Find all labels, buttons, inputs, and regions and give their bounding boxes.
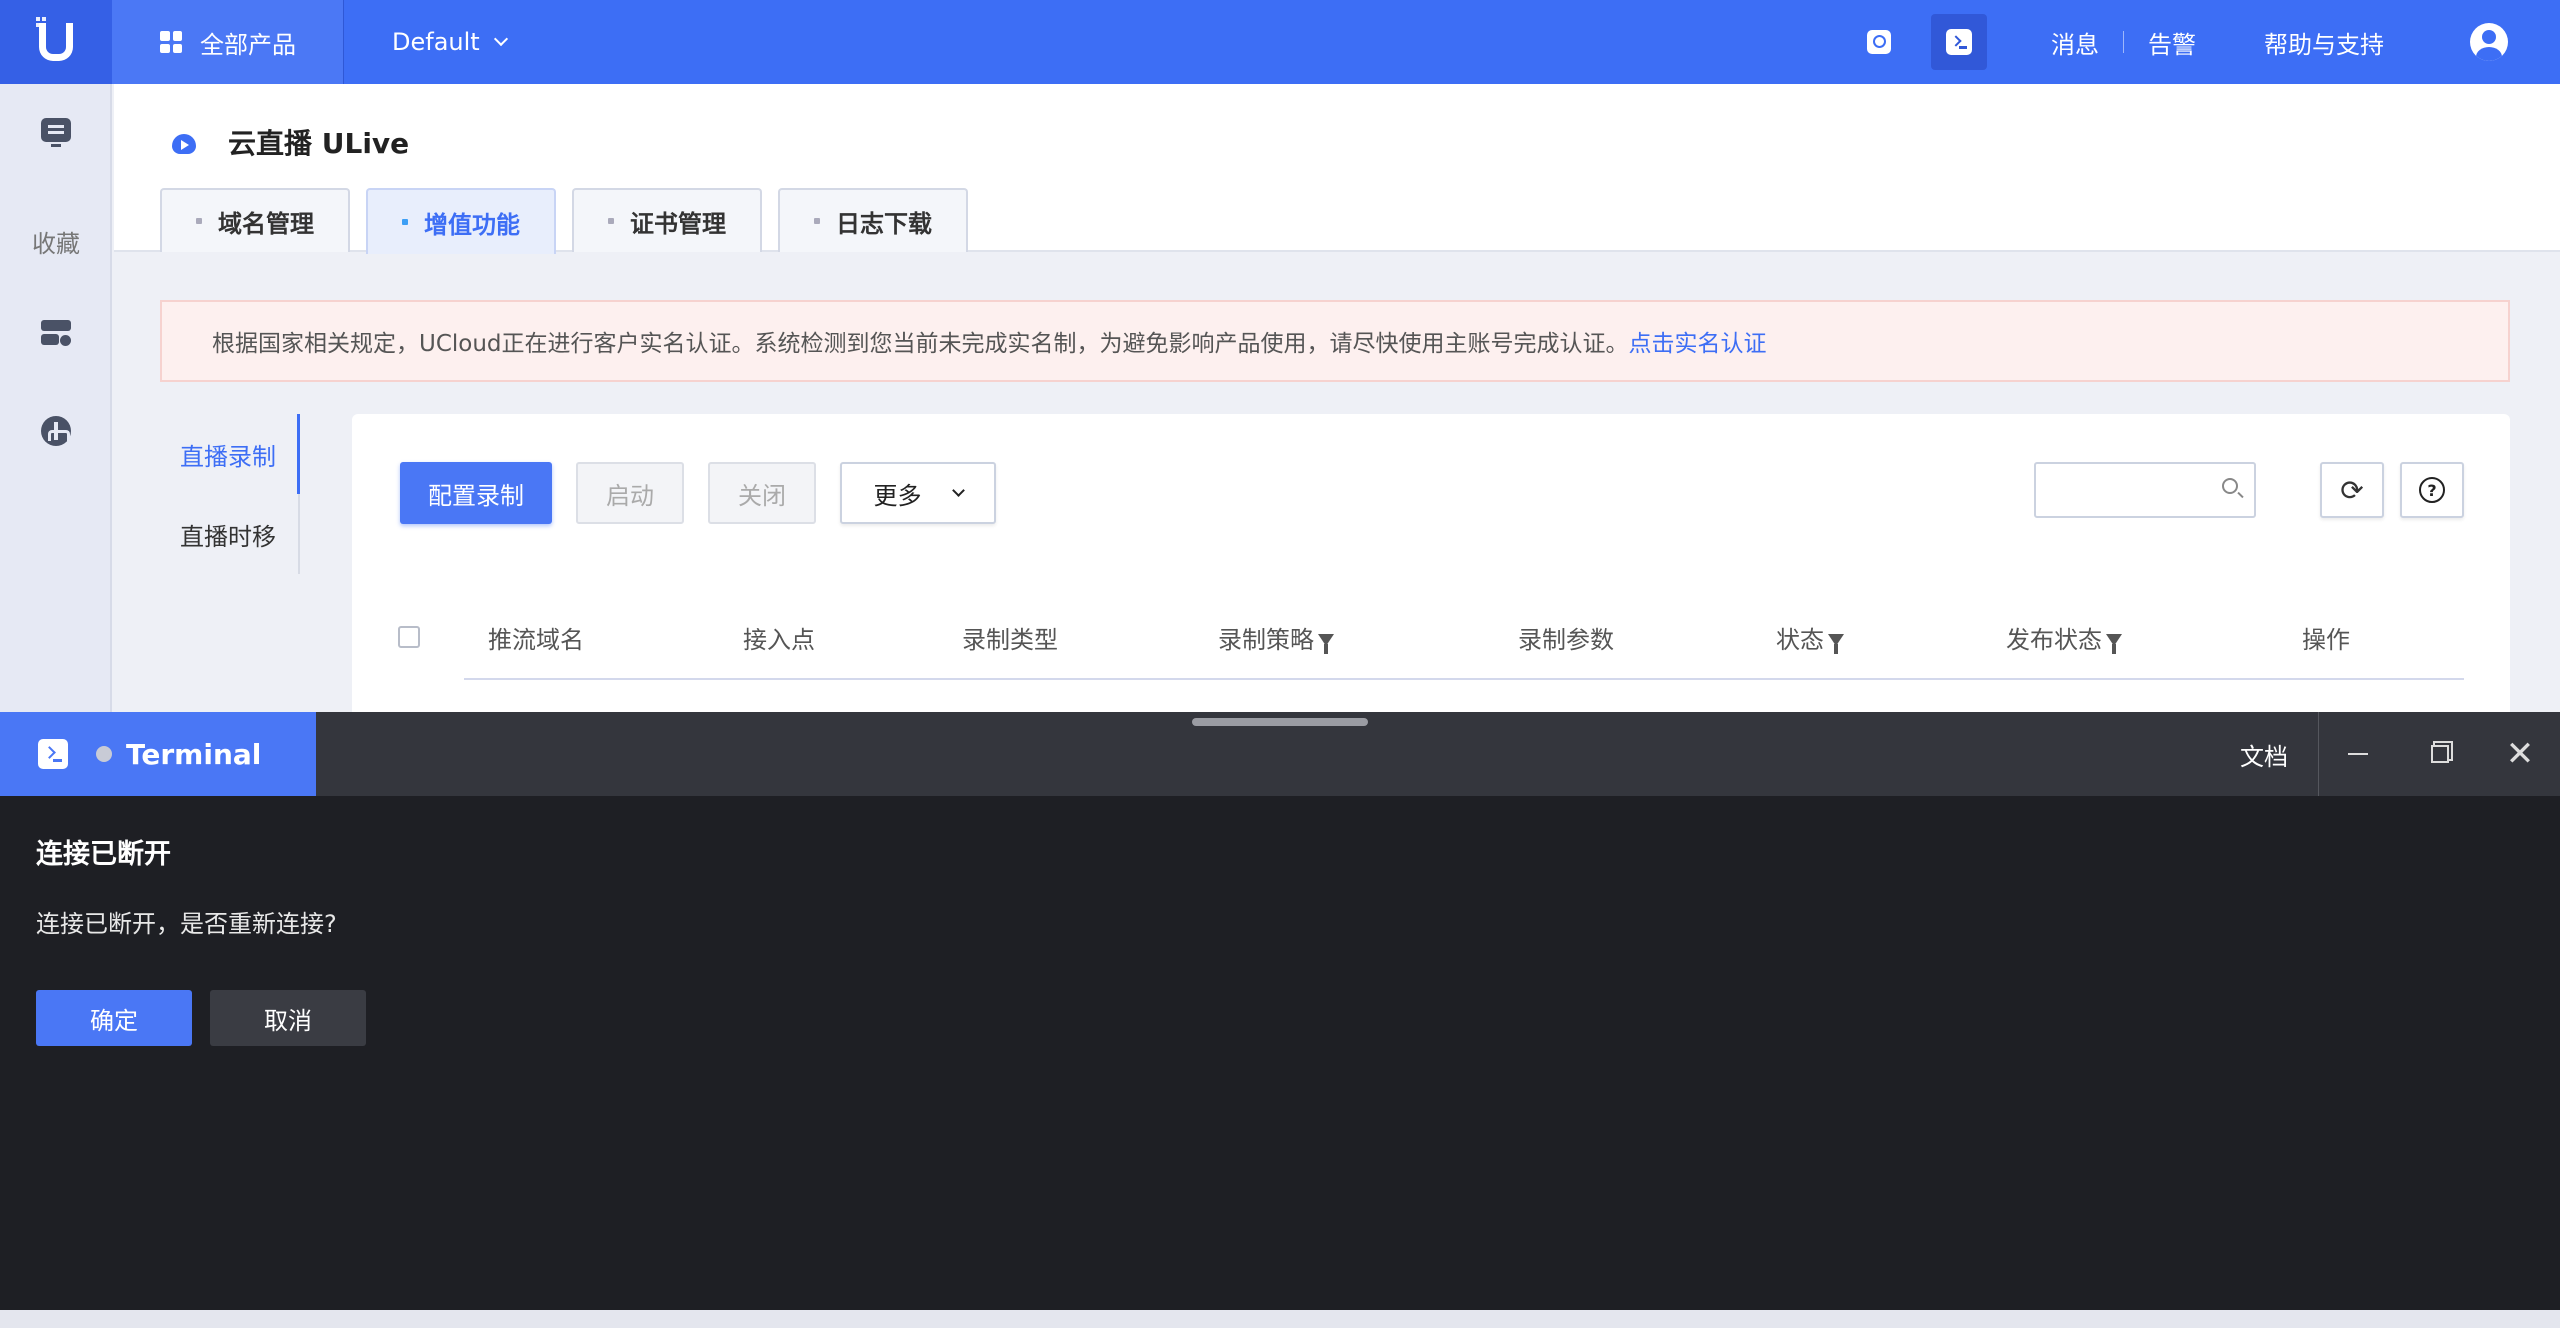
tab-certificate-management[interactable]: 证书管理 — [572, 188, 762, 252]
main-content: 云直播 ULive 域名管理 增值功能 证书管理 日志下载 根据国家相关规定，U… — [114, 84, 2560, 734]
bottom-strip — [0, 1310, 2560, 1328]
tab-bullet — [814, 218, 820, 224]
column-header[interactable]: 录制类型 — [962, 620, 1058, 655]
sidebar-item-favorites[interactable]: 收藏 — [0, 224, 112, 259]
refresh-icon: ⟳ — [2340, 473, 2364, 507]
tab-label: 日志下载 — [836, 209, 932, 238]
all-products-button[interactable]: 全部产品 — [112, 0, 344, 84]
docs-link[interactable]: 文档 — [2240, 712, 2288, 796]
tab-label: 证书管理 — [630, 209, 726, 238]
tab-label: 增值功能 — [424, 210, 520, 239]
sidebar-item-monitor[interactable] — [0, 118, 112, 147]
divider — [2318, 712, 2319, 796]
select-all-checkbox[interactable] — [398, 626, 420, 648]
help-icon: ? — [2419, 477, 2445, 503]
close-icon[interactable]: ✕ — [2504, 737, 2536, 771]
all-products-label: 全部产品 — [200, 30, 296, 59]
more-dropdown[interactable]: 更多 — [840, 462, 996, 524]
search-input[interactable] — [2034, 462, 2256, 518]
grid-icon — [160, 31, 182, 53]
column-label: 录制策略 — [1218, 626, 1314, 654]
refresh-button[interactable]: ⟳ — [2320, 462, 2384, 518]
confirm-button[interactable]: 确定 — [36, 990, 192, 1046]
cloud-live-icon — [170, 130, 198, 154]
help-button[interactable]: ? — [2400, 462, 2464, 518]
tab-bullet — [196, 218, 202, 224]
tab-bullet — [402, 219, 408, 225]
server-icon — [41, 320, 71, 346]
chevron-down-icon — [493, 31, 508, 47]
help-support-link[interactable]: 帮助与支持 — [2240, 25, 2408, 60]
project-selector[interactable]: Default — [392, 28, 508, 56]
project-name: Default — [392, 28, 480, 56]
cancel-button[interactable]: 取消 — [210, 990, 366, 1046]
column-header-filterable[interactable]: 发布状态 — [2006, 620, 2122, 655]
column-header[interactable]: 操作 — [2302, 620, 2350, 655]
configure-recording-button[interactable]: 配置录制 — [400, 462, 552, 524]
column-header-filterable[interactable]: 录制策略 — [1218, 620, 1334, 655]
search-icon — [2222, 478, 2238, 494]
verify-identity-link[interactable]: 点击实名认证 — [1629, 324, 1767, 358]
table-header: 推流域名 接入点 录制类型 录制策略 录制参数 状态 发布状态 操作 — [398, 590, 2448, 674]
tab-log-download[interactable]: 日志下载 — [778, 188, 968, 252]
terminal-icon — [38, 739, 68, 769]
filter-icon[interactable] — [2106, 634, 2122, 654]
column-label: 状态 — [1776, 626, 1824, 654]
dialog-title: 连接已断开 — [36, 839, 171, 870]
minimize-icon[interactable] — [2342, 738, 2374, 770]
subnav-time-shift[interactable]: 直播时移 — [160, 494, 300, 574]
disconnect-dialog: 连接已断开 连接已断开，是否重新连接? — [36, 832, 337, 938]
messages-link[interactable]: 消息 — [2027, 25, 2123, 60]
verification-notice: 根据国家相关规定，UCloud正在进行客户实名认证。系统检测到您当前未完成实名制… — [160, 300, 2510, 382]
terminal-panel: Terminal 文档 ✕ 连接已断开 连接已断开，是否重新连接? 确定 取消 — [0, 712, 2560, 1310]
sub-navigation: 直播录制 直播时移 — [160, 414, 300, 574]
terminal-tab-label: Terminal — [126, 737, 262, 771]
table-divider — [464, 678, 2464, 680]
filter-icon[interactable] — [1318, 634, 1334, 654]
dialog-message: 连接已断开，是否重新连接? — [36, 910, 337, 938]
tab-label: 域名管理 — [218, 209, 314, 238]
more-label: 更多 — [873, 481, 922, 510]
maximize-icon[interactable] — [2424, 738, 2456, 770]
terminal-titlebar: Terminal 文档 ✕ — [0, 712, 2560, 796]
column-header[interactable]: 接入点 — [743, 620, 815, 655]
tab-value-added[interactable]: 增值功能 — [366, 188, 556, 254]
column-header[interactable]: 录制参数 — [1518, 620, 1614, 655]
filter-icon[interactable] — [1828, 634, 1844, 654]
terminal-icon — [1946, 29, 1972, 55]
column-header[interactable]: 推流域名 — [488, 620, 584, 655]
notice-text: 根据国家相关规定，UCloud正在进行客户实名认证。系统检测到您当前未完成实名制… — [212, 331, 1629, 357]
column-label: 发布状态 — [2006, 626, 2102, 654]
top-navigation-bar: 全部产品 Default 消息 告警 帮助与支持 — [0, 0, 2560, 84]
terminal-button[interactable] — [1931, 14, 1987, 70]
search-icon — [1867, 30, 1891, 54]
alerts-link[interactable]: 告警 — [2124, 25, 2220, 60]
connection-status-dot — [96, 746, 112, 762]
column-header-filterable[interactable]: 状态 — [1776, 620, 1844, 655]
tab-domain-management[interactable]: 域名管理 — [160, 188, 350, 252]
terminal-tab[interactable]: Terminal — [0, 712, 316, 796]
search-button[interactable] — [1851, 14, 1907, 70]
sidebar-item-network[interactable] — [0, 416, 112, 446]
stop-button[interactable]: 关闭 — [708, 462, 816, 524]
user-avatar[interactable] — [2470, 23, 2508, 61]
tab-bar: 域名管理 增值功能 证书管理 日志下载 — [160, 188, 984, 254]
start-button[interactable]: 启动 — [576, 462, 684, 524]
chevron-down-icon — [951, 483, 965, 497]
network-icon — [41, 416, 71, 446]
tab-bullet — [608, 218, 614, 224]
page-header: 云直播 ULive 域名管理 增值功能 证书管理 日志下载 — [114, 84, 2560, 254]
subnav-live-recording[interactable]: 直播录制 — [160, 414, 300, 494]
resize-handle[interactable] — [1192, 718, 1368, 726]
sidebar-item-server[interactable] — [0, 320, 112, 346]
ucloud-logo[interactable] — [0, 0, 112, 84]
page-title: 云直播 ULive — [228, 127, 410, 160]
recording-panel: 配置录制 启动 关闭 更多 ⟳ ? 推流域名 接入点 录制类型 录制策略 录制参… — [352, 414, 2510, 734]
monitor-icon — [41, 118, 71, 147]
